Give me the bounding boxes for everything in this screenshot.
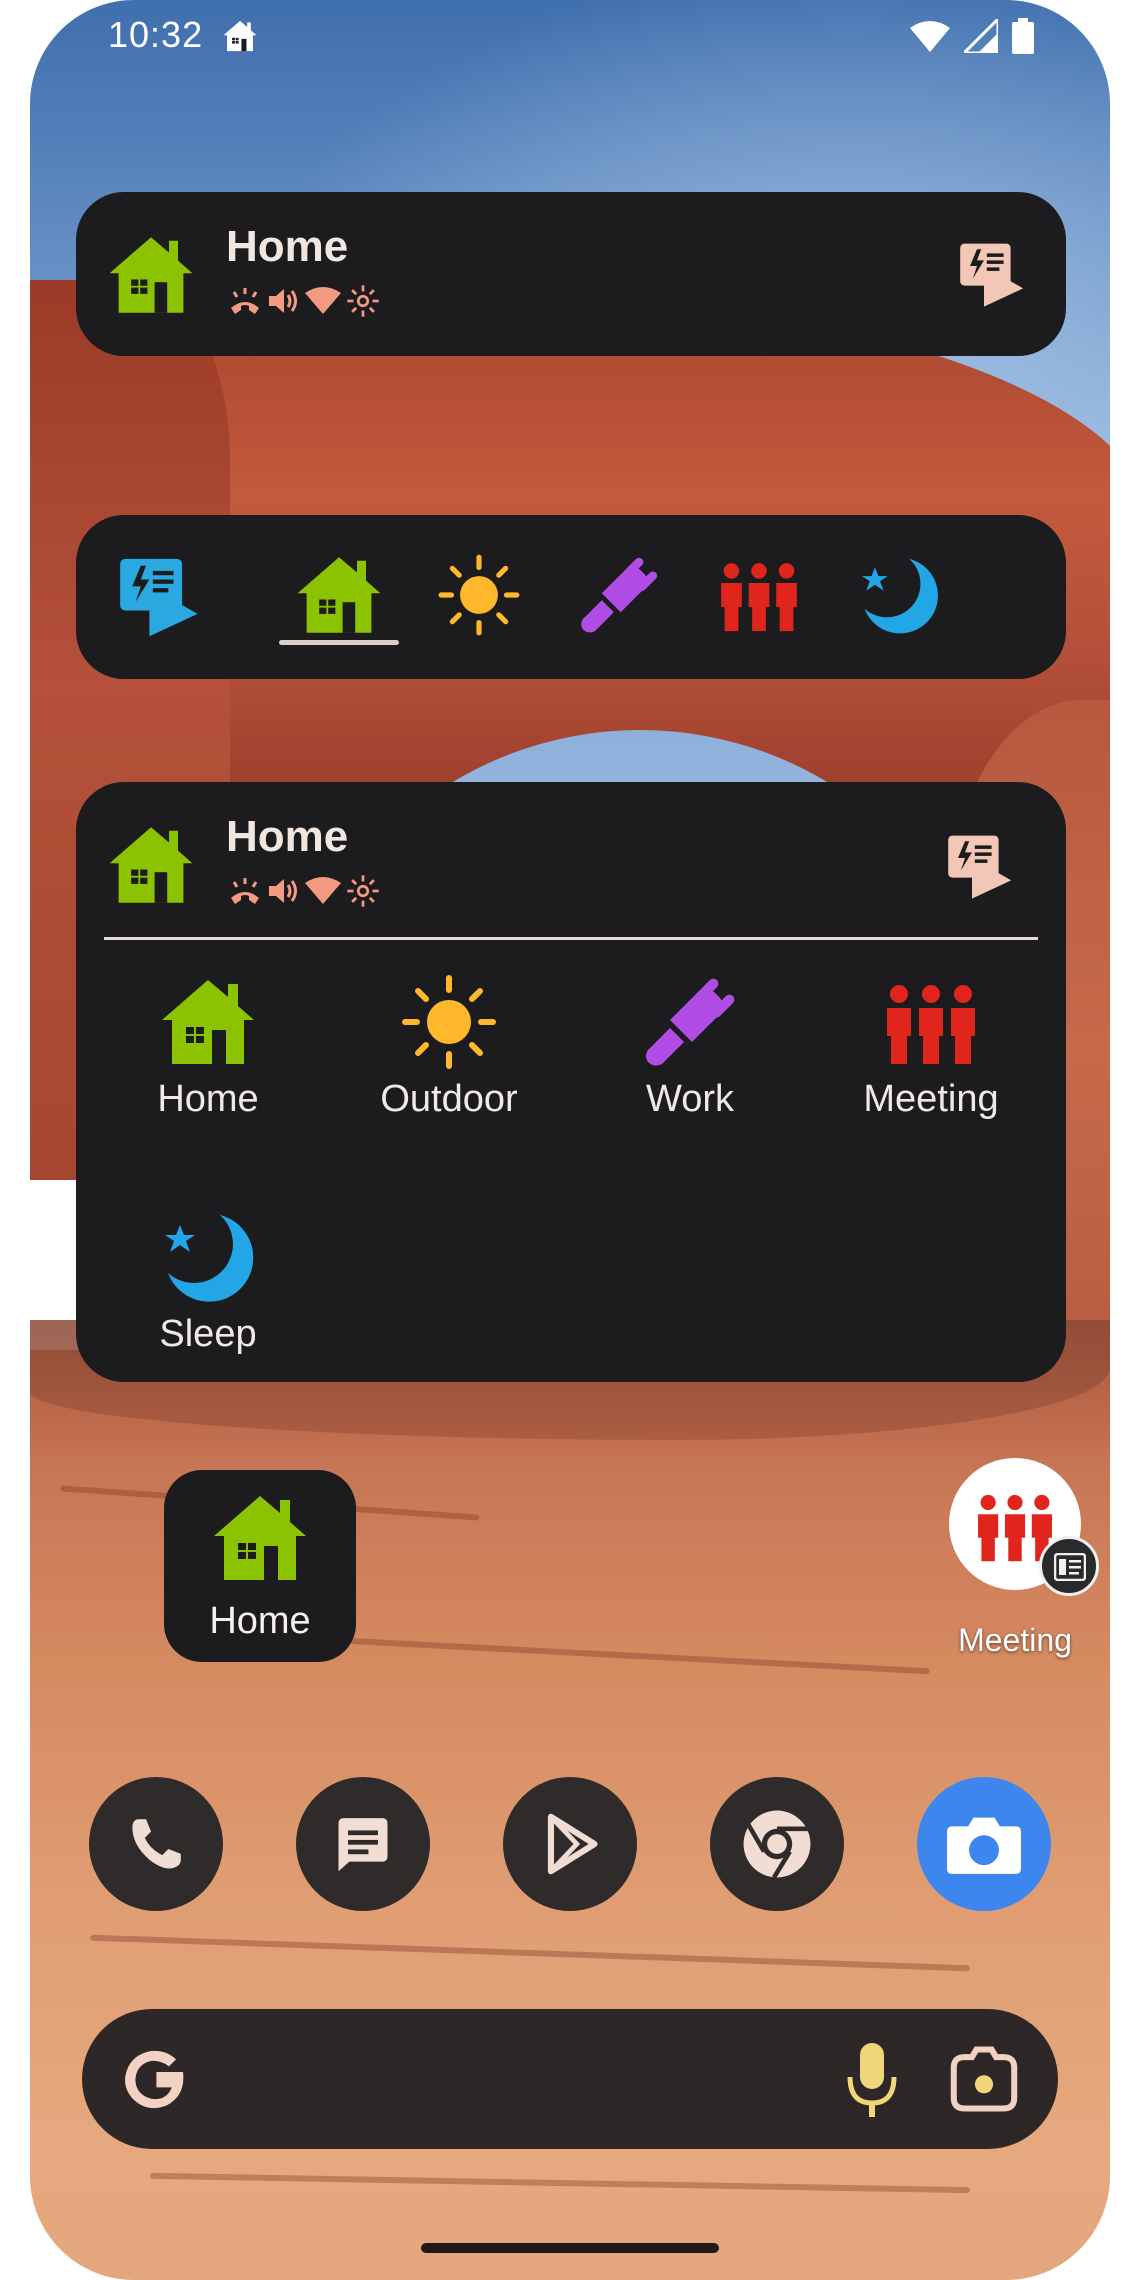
- profile-item-label: Work: [646, 1078, 734, 1120]
- wifi-icon: [305, 287, 341, 314]
- brightness-icon: [347, 285, 379, 317]
- profile-item-outdoor[interactable]: Outdoor: [349, 972, 549, 1121]
- home-shortcut-label: Home: [209, 1600, 311, 1642]
- meeting-shortcut-label: Meeting: [958, 1622, 1072, 1658]
- phone-ringer-icon: [231, 288, 259, 314]
- plug-icon: [576, 552, 662, 638]
- sun-icon: [436, 552, 522, 638]
- profile-item-label: Meeting: [863, 1078, 999, 1120]
- tab-outdoor[interactable]: [429, 545, 529, 645]
- google-logo-icon: [125, 2050, 184, 2109]
- home-shortcut-widget[interactable]: Home: [164, 1470, 356, 1662]
- profile-item-label: Outdoor: [380, 1078, 518, 1120]
- tab-sleep[interactable]: [849, 545, 949, 645]
- brightness-icon: [347, 875, 379, 907]
- moon-star-icon: [158, 1207, 258, 1307]
- play-store-icon: [547, 1813, 598, 1875]
- tab-launcher[interactable]: [108, 545, 208, 645]
- plug-icon: [640, 972, 740, 1072]
- gesture-navigation-handle[interactable]: [421, 2243, 719, 2253]
- profile-widget-expanded: Home Home Outdoor Work Meeting Sleep: [76, 782, 1066, 1382]
- tab-meeting[interactable]: [709, 545, 809, 645]
- profile-item-home[interactable]: Home: [108, 972, 308, 1121]
- profile-item-work[interactable]: Work: [590, 972, 790, 1121]
- status-bar: 10:32: [30, 0, 1110, 80]
- profile-widget-tabs: [76, 515, 1066, 679]
- home-icon: [210, 1488, 310, 1588]
- dock-chrome[interactable]: [710, 1777, 844, 1911]
- dock-messages[interactable]: [296, 1777, 430, 1911]
- moon-star-icon: [856, 552, 942, 638]
- task-launcher-icon[interactable]: [944, 830, 1014, 900]
- people-icon: [716, 552, 802, 638]
- profile-widget-compact[interactable]: Home: [76, 192, 1066, 356]
- cell-signal-icon: [964, 19, 998, 53]
- tab-home[interactable]: [289, 545, 389, 645]
- google-search-bar[interactable]: [82, 2009, 1058, 2149]
- profile-title: Home: [226, 222, 349, 271]
- profile-item-meeting[interactable]: Meeting: [831, 972, 1031, 1121]
- volume-icon: [269, 289, 297, 313]
- profile-item-sleep[interactable]: Sleep: [108, 1207, 308, 1356]
- home-icon: [294, 550, 384, 640]
- people-icon: [881, 972, 981, 1072]
- task-launcher-icon[interactable]: [956, 238, 1026, 308]
- profile-settings-icons: [228, 874, 380, 908]
- status-icons: [910, 18, 1034, 54]
- battery-icon: [1012, 18, 1034, 54]
- sun-icon: [399, 972, 499, 1072]
- phone-ringer-icon: [231, 878, 259, 904]
- camera-icon: [947, 1817, 1021, 1874]
- wifi-icon: [305, 877, 341, 904]
- chrome-icon: [743, 1810, 811, 1879]
- meeting-shortcut[interactable]: Meeting: [918, 1458, 1099, 1668]
- phone-icon: [132, 1819, 181, 1869]
- status-time: 10:32: [108, 14, 204, 55]
- app-badge: [1039, 1536, 1099, 1596]
- profile-title: Home: [226, 812, 349, 861]
- task-list-icon: [1054, 1553, 1086, 1581]
- home-notification-icon: [222, 18, 258, 54]
- home-icon: [158, 972, 258, 1072]
- divider: [104, 937, 1038, 940]
- tab-work[interactable]: [569, 545, 669, 645]
- profile-item-label: Sleep: [159, 1313, 257, 1355]
- phone-screen: 10:32 Home Home Home Outdoor Work Meetin…: [30, 0, 1110, 2280]
- microphone-icon[interactable]: [844, 2041, 900, 2121]
- home-icon: [106, 820, 196, 910]
- profile-item-label: Home: [157, 1078, 259, 1120]
- profile-settings-icons: [228, 284, 380, 318]
- message-icon: [338, 1818, 388, 1872]
- dock-camera[interactable]: [917, 1777, 1051, 1911]
- home-icon: [106, 230, 196, 320]
- dock-play-store[interactable]: [503, 1777, 637, 1911]
- dock-phone[interactable]: [89, 1777, 223, 1911]
- task-launcher-icon: [115, 552, 201, 638]
- lens-camera-icon[interactable]: [946, 2045, 1022, 2113]
- selected-tab-indicator: [279, 640, 399, 645]
- wifi-icon: [910, 21, 950, 52]
- volume-icon: [269, 879, 297, 903]
